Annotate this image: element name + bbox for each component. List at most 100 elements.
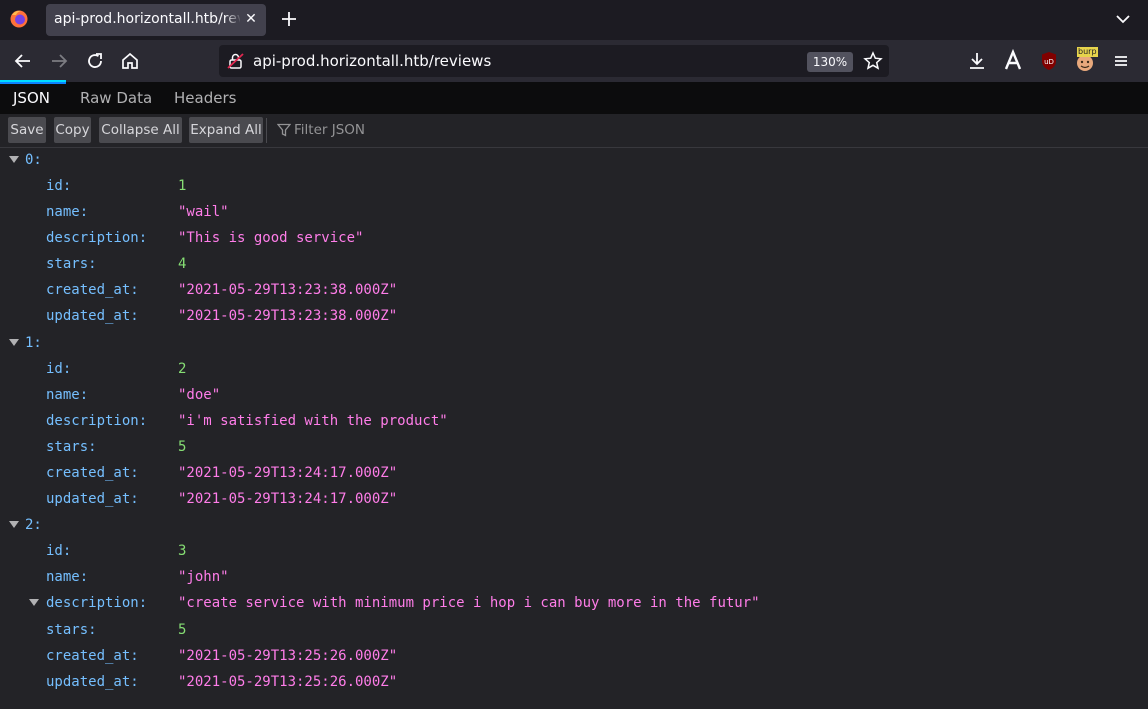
field-row: stars: 5 xyxy=(0,618,1148,642)
svg-text:uD: uD xyxy=(1044,58,1054,66)
field-value: "2021-05-29T13:24:17.000Z" xyxy=(178,491,398,507)
field-key: description: xyxy=(46,595,148,611)
new-tab-icon[interactable] xyxy=(278,8,300,30)
burp-extension-icon[interactable]: burp xyxy=(1073,47,1098,73)
field-key: updated_at: xyxy=(46,674,139,690)
field-value: 4 xyxy=(178,256,187,272)
forward-arrow-icon[interactable] xyxy=(47,49,71,73)
field-row: id: 3 xyxy=(0,539,1148,563)
field-row: name: "wail" xyxy=(0,200,1148,224)
field-key: id: xyxy=(46,361,72,377)
field-key: id: xyxy=(46,543,72,559)
json-tree: 0: id: 1 name: "wail" description: "This… xyxy=(0,147,1148,709)
field-value: "This is good service" xyxy=(178,230,364,246)
field-value: "wail" xyxy=(178,204,229,220)
field-value: "i'm satisfied with the product" xyxy=(178,413,448,429)
field-key: stars: xyxy=(46,256,97,272)
expand-triangle-icon[interactable] xyxy=(9,156,19,163)
field-value: 3 xyxy=(178,543,187,559)
field-value: "2021-05-29T13:25:26.000Z" xyxy=(178,648,398,664)
field-row: updated_at: "2021-05-29T13:25:26.000Z" xyxy=(0,670,1148,694)
field-key: description: xyxy=(46,413,148,429)
field-row: description: "i'm satisfied with the pro… xyxy=(0,409,1148,433)
downloads-icon[interactable] xyxy=(965,49,989,73)
collapse-all-button[interactable]: Collapse All xyxy=(99,117,182,143)
field-value: "doe" xyxy=(178,387,221,403)
tab-strip: api-prod.horizontall.htb/reviews ✕ xyxy=(0,0,1148,40)
field-key: created_at: xyxy=(46,282,139,298)
hamburger-menu-icon[interactable] xyxy=(1109,49,1133,73)
field-key: updated_at: xyxy=(46,491,139,507)
field-row: created_at: "2021-05-29T13:25:26.000Z" xyxy=(0,644,1148,668)
field-value: 5 xyxy=(178,439,187,455)
close-tab-icon[interactable]: ✕ xyxy=(242,10,260,28)
record-row[interactable]: 0: xyxy=(0,148,1148,172)
field-row: stars: 4 xyxy=(0,252,1148,276)
insecure-lock-icon[interactable] xyxy=(227,52,245,70)
selected-tab-indicator xyxy=(0,82,66,84)
tab-title: api-prod.horizontall.htb/reviews xyxy=(54,11,240,27)
expand-all-button[interactable]: Expand All xyxy=(189,117,263,143)
filter-json-input[interactable] xyxy=(294,119,594,141)
field-value: "2021-05-29T13:25:26.000Z" xyxy=(178,674,398,690)
field-row: created_at: "2021-05-29T13:23:38.000Z" xyxy=(0,278,1148,302)
tab-title-fade xyxy=(224,8,242,32)
url-bar[interactable]: api-prod.horizontall.htb/reviews 130% xyxy=(219,45,889,77)
field-row: description: "This is good service" xyxy=(0,226,1148,250)
zoom-level-button[interactable]: 130% xyxy=(807,52,853,72)
toolbar-divider xyxy=(266,118,267,143)
field-row: id: 2 xyxy=(0,357,1148,381)
json-viewer-toolbar: Save Copy Collapse All Expand All xyxy=(0,114,1148,148)
field-value: "create service with minimum price i hop… xyxy=(178,595,760,611)
save-button[interactable]: Save xyxy=(8,117,46,143)
field-value: "john" xyxy=(178,569,229,585)
record-row[interactable]: 2: xyxy=(0,513,1148,537)
field-value: "2021-05-29T13:24:17.000Z" xyxy=(178,465,398,481)
chevron-down-icon[interactable] xyxy=(1114,10,1132,28)
field-row: created_at: "2021-05-29T13:24:17.000Z" xyxy=(0,461,1148,485)
field-row: id: 1 xyxy=(0,174,1148,198)
field-row: stars: 5 xyxy=(0,435,1148,459)
field-row: name: "john" xyxy=(0,565,1148,589)
record-index: 1: xyxy=(25,335,42,351)
field-key: created_at: xyxy=(46,465,139,481)
tab-json[interactable]: JSON xyxy=(13,89,50,107)
field-value: 1 xyxy=(178,178,187,194)
burp-extension-label: burp xyxy=(1077,47,1098,57)
field-key: name: xyxy=(46,387,89,403)
ublock-origin-icon[interactable]: uD xyxy=(1037,49,1061,73)
record-index: 0: xyxy=(25,152,42,168)
home-icon[interactable] xyxy=(118,49,142,73)
expand-triangle-icon[interactable] xyxy=(29,599,39,606)
tab-raw-data[interactable]: Raw Data xyxy=(80,89,152,107)
field-key: updated_at: xyxy=(46,308,139,324)
back-arrow-icon[interactable] xyxy=(11,49,35,73)
field-row: name: "doe" xyxy=(0,383,1148,407)
reader-font-icon[interactable] xyxy=(1001,49,1025,73)
tab-headers[interactable]: Headers xyxy=(174,89,236,107)
firefox-menu-icon[interactable] xyxy=(9,9,29,29)
url-text[interactable]: api-prod.horizontall.htb/reviews xyxy=(253,52,491,70)
browser-tab-active[interactable]: api-prod.horizontall.htb/reviews ✕ xyxy=(46,4,266,36)
reload-icon[interactable] xyxy=(83,49,107,73)
record-index: 2: xyxy=(25,517,42,533)
field-row: updated_at: "2021-05-29T13:24:17.000Z" xyxy=(0,487,1148,511)
field-row: updated_at: "2021-05-29T13:23:38.000Z" xyxy=(0,304,1148,328)
field-value: 5 xyxy=(178,622,187,638)
field-key: created_at: xyxy=(46,648,139,664)
record-row[interactable]: 1: xyxy=(0,331,1148,355)
bookmark-star-icon[interactable] xyxy=(863,51,883,71)
filter-icon xyxy=(277,123,291,137)
field-value: "2021-05-29T13:23:38.000Z" xyxy=(178,308,398,324)
field-key: stars: xyxy=(46,622,97,638)
expand-triangle-icon[interactable] xyxy=(9,339,19,346)
field-row[interactable]: description: "create service with minimu… xyxy=(0,591,1148,615)
expand-triangle-icon[interactable] xyxy=(9,521,19,528)
copy-button[interactable]: Copy xyxy=(54,117,91,143)
field-value: "2021-05-29T13:23:38.000Z" xyxy=(178,282,398,298)
field-key: id: xyxy=(46,178,72,194)
navigation-toolbar: api-prod.horizontall.htb/reviews 130% uD… xyxy=(0,40,1148,82)
field-key: description: xyxy=(46,230,148,246)
field-key: name: xyxy=(46,204,89,220)
json-viewer-tabs: JSON Raw Data Headers xyxy=(0,82,1148,114)
